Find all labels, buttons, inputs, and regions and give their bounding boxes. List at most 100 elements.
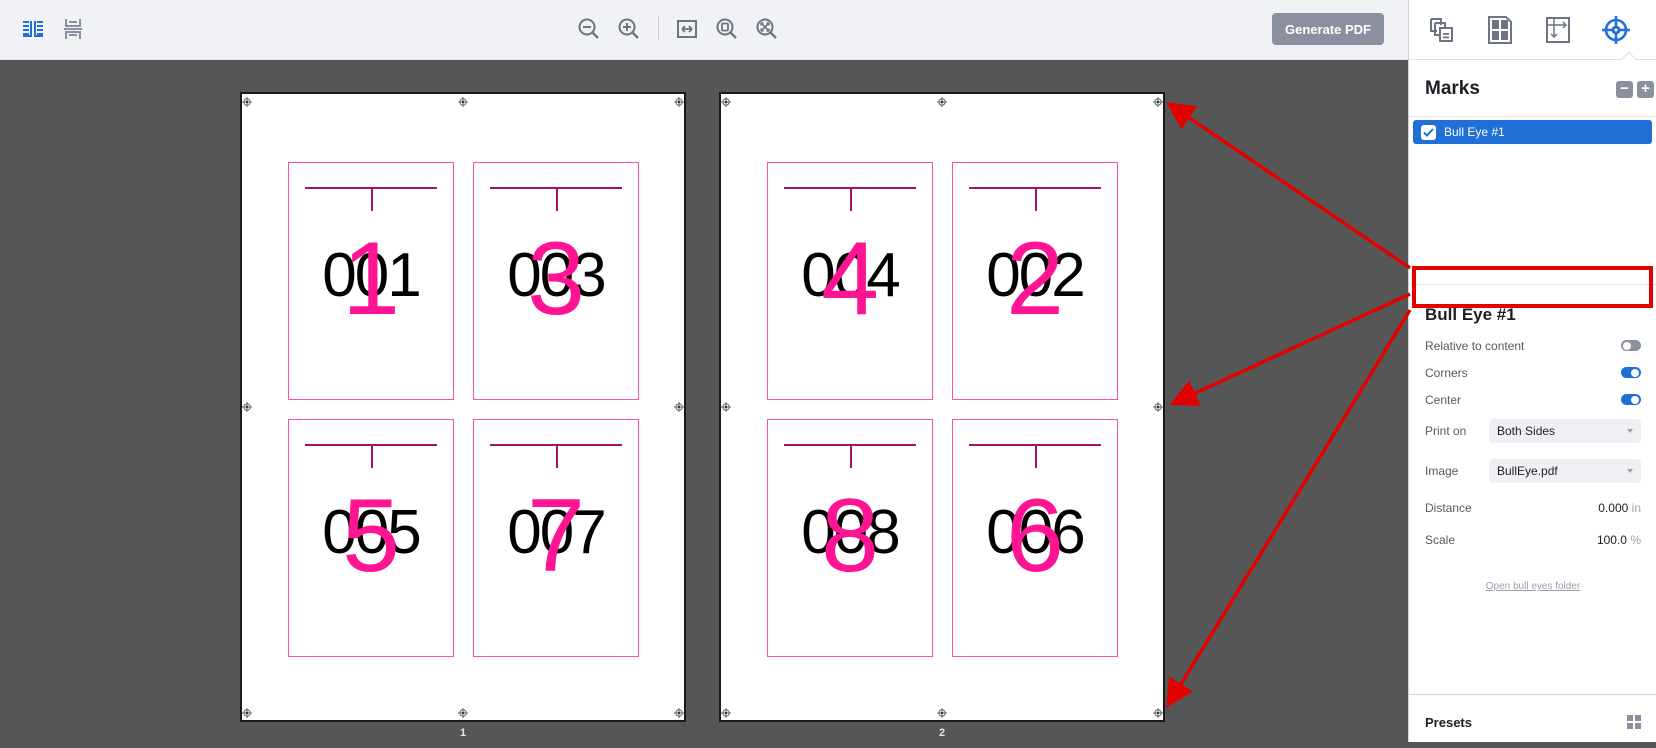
- imposition-number: 2: [1006, 221, 1064, 337]
- bull-eye-mark-icon: [1153, 399, 1163, 412]
- bull-eye-mark-icon: [242, 94, 252, 107]
- imposition-number: 6: [1006, 478, 1064, 594]
- bull-eye-mark-icon: [937, 705, 947, 718]
- relative-to-content-label: Relative to content: [1425, 339, 1525, 353]
- presets-label: Presets: [1425, 715, 1472, 730]
- side-by-side-view-icon: [23, 21, 43, 37]
- tab-marks[interactable]: [1599, 13, 1633, 47]
- card-page: 005 5: [288, 419, 454, 657]
- crop-line: [556, 444, 558, 468]
- tab-margins[interactable]: [1541, 13, 1575, 47]
- toolbar-separator: [658, 16, 659, 40]
- image-row: Image BullEye.pdf: [1425, 459, 1641, 485]
- card-page: 004 4: [767, 162, 933, 400]
- actual-size-button[interactable]: [752, 14, 782, 44]
- zoom-out-button[interactable]: [574, 14, 604, 44]
- image-value: BullEye.pdf: [1497, 464, 1558, 478]
- card-page: 003 3: [473, 162, 639, 400]
- side-by-side-view-button[interactable]: [18, 14, 48, 44]
- mark-properties: Bull Eye #1 Relative to content Corners …: [1409, 285, 1656, 748]
- duplicate-pages-icon: [1430, 18, 1453, 42]
- image-select[interactable]: BullEye.pdf: [1489, 459, 1641, 483]
- sheet-2: 004 4 002 2 008 8 006 6: [719, 92, 1165, 722]
- tab-layout-grid[interactable]: [1483, 13, 1517, 47]
- fit-page-icon: [716, 18, 737, 39]
- add-mark-button[interactable]: +: [1637, 81, 1654, 98]
- mark-checkbox[interactable]: [1421, 124, 1436, 140]
- bull-eye-mark-icon: [937, 94, 947, 107]
- crop-line: [556, 187, 558, 211]
- bull-eye-mark-icon: [721, 399, 731, 412]
- chevron-down-icon: [1627, 469, 1633, 473]
- bull-eye-mark-icon: [242, 399, 252, 412]
- fit-width-button[interactable]: [672, 14, 702, 44]
- imposition-number: 7: [527, 478, 585, 594]
- bull-eye-mark-icon: [458, 705, 468, 718]
- print-on-label: Print on: [1425, 424, 1467, 438]
- crop-line: [371, 187, 373, 211]
- card-page: 001 1: [288, 162, 454, 400]
- bull-eye-mark-icon: [721, 705, 731, 718]
- presets-bar: Presets: [1409, 694, 1656, 742]
- card-page: 007 7: [473, 419, 639, 657]
- imposition-number: 8: [821, 478, 879, 594]
- crop-line: [850, 187, 852, 211]
- sheet-number-label: 2: [938, 727, 946, 739]
- scale-value-field[interactable]: 100.0 %: [1597, 533, 1641, 547]
- crop-line: [1035, 187, 1037, 211]
- center-row: Center: [1425, 393, 1641, 407]
- imposition-number: 3: [527, 221, 585, 337]
- print-on-select[interactable]: Both Sides: [1489, 419, 1641, 443]
- tab-duplicate-pages[interactable]: [1425, 13, 1459, 47]
- center-toggle[interactable]: [1621, 394, 1641, 405]
- bull-eye-mark-icon: [674, 705, 684, 718]
- scale-label: Scale: [1425, 533, 1456, 547]
- card-page: 006 6: [952, 419, 1118, 657]
- sheet-number-label: 1: [459, 727, 467, 739]
- imposition-number: 5: [342, 478, 400, 594]
- remove-mark-button[interactable]: −: [1616, 81, 1633, 98]
- scale-row: Scale 100.0 %: [1425, 533, 1641, 547]
- checkmark-icon: [1423, 127, 1434, 137]
- top-toolbar: Generate PDF: [0, 0, 1408, 60]
- relative-to-content-row: Relative to content: [1425, 339, 1641, 353]
- presets-grid-icon[interactable]: [1627, 715, 1641, 729]
- bull-eye-mark-icon: [1153, 94, 1163, 107]
- margins-icon: [1546, 17, 1570, 43]
- corners-toggle[interactable]: [1621, 367, 1641, 378]
- imposition-number: 1: [342, 221, 400, 337]
- imposition-number: 4: [821, 221, 879, 337]
- page-canvas: [0, 60, 1408, 742]
- bull-eye-mark-icon: [1153, 705, 1163, 718]
- marks-header: Marks − +: [1409, 60, 1656, 117]
- fit-page-button[interactable]: [712, 14, 742, 44]
- relative-to-content-toggle[interactable]: [1621, 340, 1641, 351]
- stacked-view-icon: [64, 19, 82, 39]
- chevron-down-icon: [1627, 429, 1633, 433]
- card-page: 002 2: [952, 162, 1118, 400]
- zoom-in-button[interactable]: [614, 14, 644, 44]
- crop-line: [371, 444, 373, 468]
- stacked-view-button[interactable]: [58, 14, 88, 44]
- zoom-in-icon: [618, 18, 639, 39]
- distance-row: Distance 0.000 in: [1425, 501, 1641, 515]
- open-bull-eyes-folder-link[interactable]: Open bull eyes folder: [1409, 581, 1656, 592]
- zoom-out-icon: [578, 18, 599, 39]
- layout-grid-icon: [1488, 16, 1512, 44]
- generate-pdf-button[interactable]: Generate PDF: [1272, 13, 1384, 45]
- distance-label: Distance: [1425, 501, 1472, 515]
- panel-tabs: [1409, 0, 1656, 69]
- mark-item-label: Bull Eye #1: [1444, 125, 1505, 139]
- distance-value-field[interactable]: 0.000 in: [1598, 501, 1641, 515]
- mark-list-item[interactable]: Bull Eye #1: [1413, 120, 1652, 144]
- print-on-row: Print on Both Sides: [1425, 419, 1641, 445]
- image-label: Image: [1425, 464, 1459, 478]
- zoom-actual-icon: [756, 18, 777, 39]
- marks-target-icon: [1602, 16, 1630, 44]
- properties-title: Bull Eye #1: [1425, 305, 1516, 324]
- bull-eye-mark-icon: [458, 94, 468, 107]
- bull-eye-mark-icon: [721, 94, 731, 107]
- corners-label: Corners: [1425, 366, 1468, 380]
- fit-width-icon: [677, 20, 697, 38]
- crop-line: [850, 444, 852, 468]
